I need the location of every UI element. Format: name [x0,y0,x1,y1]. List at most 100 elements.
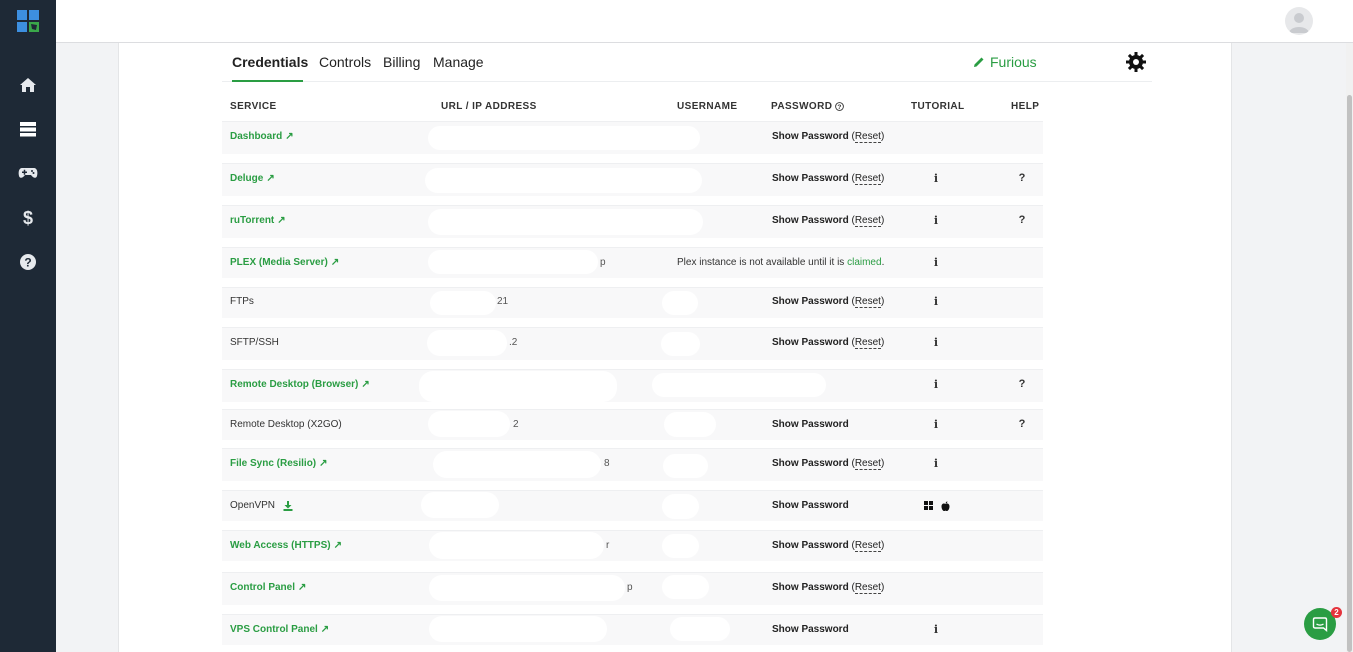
url-fragment: r [606,540,610,551]
show-password-link[interactable]: Show Password [772,500,849,511]
chat-icon [1312,617,1328,632]
show-password-link[interactable]: Show Password [772,540,849,551]
server-name-edit[interactable]: Furious [973,54,1037,70]
redacted-username [662,291,698,315]
tab-manage[interactable]: Manage [433,54,484,70]
tab-controls[interactable]: Controls [319,54,371,70]
help-icon[interactable]: ? [1017,172,1027,184]
password-cell: Show Password (Reset) [772,458,885,470]
table-row: Remote Desktop (Browser) ↗ i ? [222,369,1043,402]
service-name: Web Access (HTTPS) [230,540,331,551]
reset-password-link[interactable]: Reset [854,296,881,308]
password-cell: Show Password (Reset) [772,540,885,552]
servers-icon [20,122,36,137]
reset-password-link[interactable]: Reset [854,337,881,349]
help-icon[interactable]: ? [1017,214,1027,226]
external-link-icon: ↗ [319,458,328,469]
tab-credentials[interactable]: Credentials [232,54,308,70]
service-link-control-panel[interactable]: Control Panel ↗ [230,582,306,593]
service-link-web-access[interactable]: Web Access (HTTPS) ↗ [230,540,342,551]
service-link-plex[interactable]: PLEX (Media Server) ↗ [230,257,339,268]
reset-password-link[interactable]: Reset [854,540,881,552]
chat-notification-badge: 2 [1331,607,1342,618]
service-name: Deluge [230,173,264,184]
external-link-icon: ↗ [298,582,307,593]
redacted-username [662,534,699,558]
redacted-url [428,250,598,274]
external-link-icon: ↗ [277,215,286,226]
show-password-link[interactable]: Show Password [772,582,849,593]
show-password-link[interactable]: Show Password [772,131,849,142]
table-row: Remote Desktop (X2GO) 2 Show Password i … [222,409,1043,440]
show-password-link[interactable]: Show Password [772,419,849,430]
col-service: SERVICE [230,101,277,112]
sidebar-item-billing[interactable]: $ [0,198,56,238]
tutorial-info-icon[interactable]: i [931,172,941,185]
password-cell: Show Password (Reset) [772,296,885,308]
plex-message-text: Plex instance is not available until it … [677,257,848,268]
show-password-link[interactable]: Show Password [772,458,849,469]
password-cell: Show Password (Reset) [772,582,885,594]
service-link-rutorrent[interactable]: ruTorrent ↗ [230,215,286,226]
service-link-file-sync[interactable]: File Sync (Resilio) ↗ [230,458,328,469]
col-help: HELP [1011,101,1040,112]
show-password-link[interactable]: Show Password [772,215,849,226]
scrollbar-thumb[interactable] [1347,95,1352,652]
reset-password-link[interactable]: Reset [854,131,881,143]
table-row: ruTorrent ↗ Show Password (Reset) i ? [222,205,1043,238]
apple-icon[interactable] [941,501,950,511]
question-circle-icon[interactable]: ? [835,102,845,111]
show-password-link[interactable]: Show Password [772,173,849,184]
tutorial-info-icon[interactable]: i [931,256,941,269]
reset-password-link[interactable]: Reset [854,458,881,470]
service-link-deluge[interactable]: Deluge ↗ [230,173,275,184]
tutorial-info-icon[interactable]: i [931,214,941,227]
windows-icon[interactable] [924,501,933,510]
user-avatar[interactable] [1285,7,1313,35]
top-bar [56,0,1353,43]
table-row: VPS Control Panel ↗ Show Password i [222,614,1043,645]
show-password-link[interactable]: Show Password [772,624,849,635]
help-circle-icon: ? [20,254,36,270]
show-password-link[interactable]: Show Password [772,296,849,307]
help-icon[interactable]: ? [1017,378,1027,390]
reset-password-link[interactable]: Reset [854,582,881,594]
gamepad-icon [18,168,38,178]
redacted-url [421,492,499,518]
help-icon[interactable]: ? [1017,418,1027,430]
tutorial-info-icon[interactable]: i [931,378,941,391]
redacted-url [419,371,617,402]
reset-password-link[interactable]: Reset [854,173,881,185]
show-password-link[interactable]: Show Password [772,337,849,348]
sidebar-item-home[interactable] [0,65,56,105]
tutorial-info-icon[interactable]: i [931,295,941,308]
url-fragment: p [600,257,606,268]
service-name-remote-desktop-x2go: Remote Desktop (X2GO) [230,419,342,430]
download-icon[interactable] [283,500,293,511]
sidebar-item-help[interactable]: ? [0,242,56,282]
tab-billing[interactable]: Billing [383,54,420,70]
tutorial-info-icon[interactable]: i [931,418,941,431]
redacted-username [652,373,826,397]
service-name: Dashboard [230,131,283,142]
password-cell: Show Password (Reset) [772,131,885,143]
sidebar-item-servers[interactable] [0,109,56,149]
reset-password-link[interactable]: Reset [854,215,881,227]
redacted-url [428,209,703,235]
url-fragment: 21 [497,296,509,307]
service-name: VPS Control Panel [230,624,318,635]
service-link-vps-control-panel[interactable]: VPS Control Panel ↗ [230,624,329,635]
redacted-url [433,451,601,478]
service-link-remote-desktop-browser[interactable]: Remote Desktop (Browser) ↗ [230,379,370,390]
tutorial-info-icon[interactable]: i [931,336,941,349]
sidebar-item-games[interactable] [0,153,56,193]
app-logo[interactable] [0,0,56,42]
claim-link[interactable]: claimed [847,257,881,268]
tutorial-info-icon[interactable]: i [931,623,941,636]
redacted-url [428,411,510,437]
service-name: Remote Desktop (Browser) [230,379,359,390]
settings-button[interactable] [1125,51,1147,73]
tutorial-info-icon[interactable]: i [931,457,941,470]
service-link-dashboard[interactable]: Dashboard ↗ [230,131,294,142]
active-tab-indicator [232,80,303,82]
